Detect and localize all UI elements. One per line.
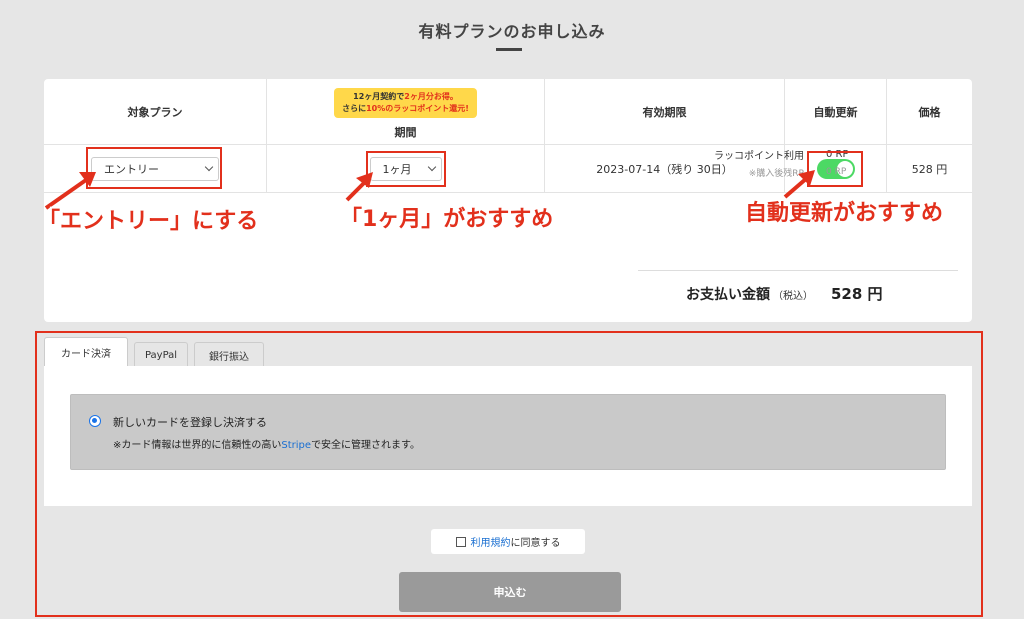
arrow-line: [345, 180, 367, 202]
annotation-plan: 「エントリー」にする: [38, 209, 259, 234]
annotation-arrows: [44, 170, 815, 210]
annotation-auto-renew: 自動更新がおすすめ: [745, 201, 944, 226]
annotation-period: 「1ヶ月」がおすすめ: [340, 207, 554, 232]
arrow-head: [356, 172, 373, 188]
